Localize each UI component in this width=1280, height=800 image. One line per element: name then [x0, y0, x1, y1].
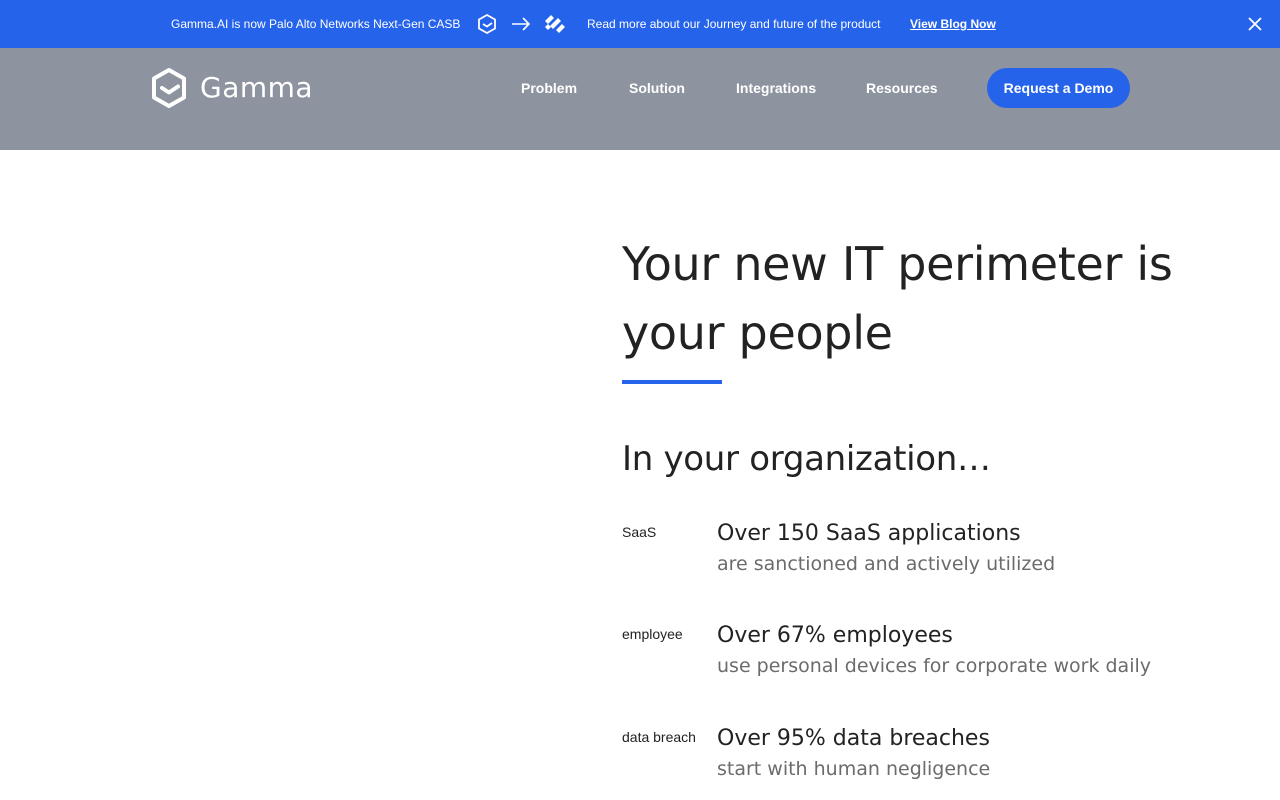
announcement-bar: Gamma.AI is now Palo Alto Networks Next-…: [0, 0, 1280, 48]
nav-item-resources[interactable]: Resources: [866, 80, 938, 96]
brand-logo[interactable]: Gamma: [150, 67, 313, 109]
stat-item-saas: SaaS Over 150 SaaS applications are sanc…: [622, 520, 1182, 590]
section-subheading: In your organization…: [622, 439, 991, 479]
employee-image-alt: employee: [622, 626, 683, 642]
gamma-logo-icon: [478, 13, 496, 35]
data-breach-image-alt: data breach: [622, 729, 696, 745]
arrow-right-icon: [512, 17, 531, 31]
stat-headline: Over 150 SaaS applications: [717, 521, 1021, 546]
gamma-logo-icon: [152, 68, 186, 108]
announcement-blog-text: Read more about our Journey and future o…: [587, 17, 881, 31]
stat-detail: are sanctioned and actively utilized: [717, 553, 1056, 575]
view-blog-link[interactable]: View Blog Now: [910, 17, 996, 31]
stat-detail: start with human negligence: [717, 758, 991, 780]
stat-detail: use personal devices for corporate work …: [717, 655, 1151, 677]
saas-image: SaaS: [622, 524, 656, 540]
stat-item-employee: employee Over 67% employees use personal…: [622, 622, 1182, 692]
nav-item-problem[interactable]: Problem: [521, 80, 577, 96]
main-navbar: Gamma Problem Solution Integrations Reso…: [0, 48, 1280, 150]
nav-item-solution[interactable]: Solution: [629, 80, 685, 96]
hero-divider: [622, 380, 722, 384]
employee-image: employee: [622, 626, 683, 642]
stat-headline: Over 67% employees: [717, 623, 953, 648]
stat-headline: Over 95% data breaches: [717, 726, 990, 751]
request-demo-button[interactable]: Request a Demo: [987, 68, 1130, 108]
brand-name: Gamma: [200, 71, 314, 104]
saas-image-alt: SaaS: [622, 524, 657, 540]
stat-item-data-breach: data breach Over 95% data breaches start…: [622, 725, 1182, 795]
data-breach-image: data breach: [622, 729, 696, 745]
announcement-text: Gamma.AI is now Palo Alto Networks Next-…: [171, 17, 461, 31]
nav-item-integrations[interactable]: Integrations: [736, 80, 816, 96]
close-icon[interactable]: [1245, 14, 1265, 34]
hero-title: Your new IT perimeter is your people: [622, 237, 1173, 360]
palo-alto-logo-icon: [545, 15, 565, 33]
